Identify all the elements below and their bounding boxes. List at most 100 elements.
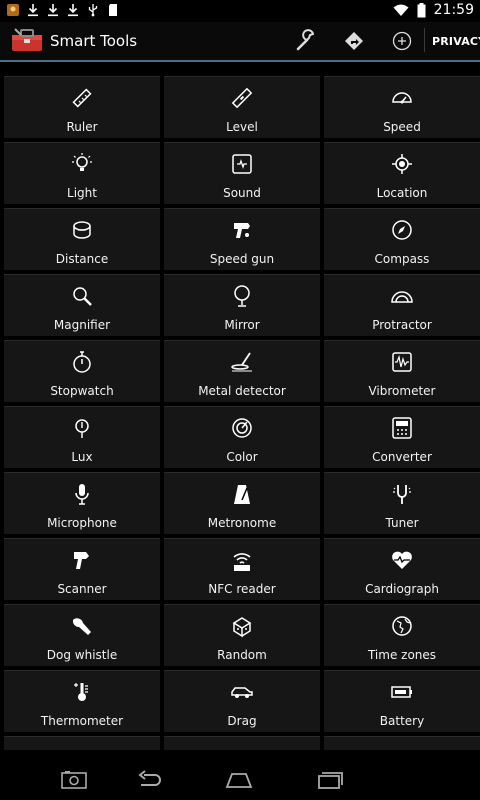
- tool-tile-thermometer[interactable]: Thermometer: [4, 670, 160, 732]
- tool-label: Drag: [227, 714, 257, 728]
- tool-tile-level[interactable]: Level: [164, 76, 320, 138]
- microphone-icon: [70, 482, 94, 506]
- speed-gun-icon: [230, 218, 254, 242]
- tool-tile-cardiograph[interactable]: Cardiograph: [324, 538, 480, 600]
- tool-tile-vibrometer[interactable]: Vibrometer: [324, 340, 480, 402]
- compass-icon: [390, 218, 414, 242]
- download-icon: [48, 4, 58, 17]
- tool-tile-metronome[interactable]: Metronome: [164, 472, 320, 534]
- tool-tile-stopwatch[interactable]: Stopwatch: [4, 340, 160, 402]
- privacy-button[interactable]: PRIVACY: [432, 35, 480, 48]
- car-icon: [230, 680, 254, 704]
- tool-tile-tuner[interactable]: Tuner: [324, 472, 480, 534]
- tool-label: Microphone: [47, 516, 117, 530]
- add-button[interactable]: [390, 29, 414, 53]
- globe-icon: [390, 614, 414, 638]
- recent-apps-icon: [318, 772, 343, 789]
- vibrometer-icon: [390, 350, 414, 374]
- tool-tile-protractor[interactable]: Protractor: [324, 274, 480, 336]
- tool-tile-compass[interactable]: Compass: [324, 208, 480, 270]
- tool-label: Lux: [71, 450, 93, 464]
- screenshot-button[interactable]: [60, 770, 88, 790]
- heart-pulse-icon: [390, 548, 414, 572]
- metronome-icon: [230, 482, 254, 506]
- metal-detector-icon: [230, 350, 254, 374]
- nfc-icon: [230, 548, 254, 572]
- back-icon: [138, 770, 161, 786]
- tool-tile-ruler[interactable]: Ruler: [4, 76, 160, 138]
- action-bar-underline: [0, 60, 480, 62]
- wrench-icon: [296, 29, 315, 51]
- tool-tile-speed-gun[interactable]: Speed gun: [164, 208, 320, 270]
- tool-tile-magnifier[interactable]: Magnifier: [4, 274, 160, 336]
- tool-tile-color[interactable]: Color: [164, 406, 320, 468]
- tool-tile-battery[interactable]: Battery: [324, 670, 480, 732]
- action-divider: [424, 28, 425, 52]
- tool-tile-nfc-reader[interactable]: NFC reader: [164, 538, 320, 600]
- level-icon: [230, 86, 254, 110]
- tuning-fork-icon: [390, 482, 414, 506]
- converter-icon: [390, 416, 414, 440]
- barcode-scanner-icon: [70, 548, 94, 572]
- tool-label: Stopwatch: [50, 384, 114, 398]
- ruler-icon: [70, 86, 94, 110]
- tool-tile-partial-32[interactable]: [324, 736, 480, 750]
- tool-label: NFC reader: [208, 582, 276, 596]
- tool-label: Speed gun: [209, 252, 275, 266]
- tool-tile-time-zones[interactable]: Time zones: [324, 604, 480, 666]
- tool-tile-drag[interactable]: Drag: [164, 670, 320, 732]
- home-button[interactable]: [225, 770, 253, 790]
- tool-tile-metal-detector[interactable]: Metal detector: [164, 340, 320, 402]
- tool-tile-partial-31[interactable]: [164, 736, 320, 750]
- sound-meter-icon: [230, 152, 254, 176]
- directions-button[interactable]: [342, 29, 366, 53]
- recent-apps-button[interactable]: [316, 770, 344, 790]
- tool-tile-random[interactable]: Random: [164, 604, 320, 666]
- dog-whistle-icon: [70, 614, 94, 638]
- tool-tile-sound[interactable]: Sound: [164, 142, 320, 204]
- wifi-icon: [393, 4, 409, 16]
- tool-label: Random: [217, 648, 267, 662]
- tool-label: Scanner: [57, 582, 107, 596]
- lux-icon: [70, 416, 94, 440]
- tool-tile-dog-whistle[interactable]: Dog whistle: [4, 604, 160, 666]
- notification-icons: [6, 3, 120, 17]
- thermometer-icon: [70, 680, 94, 704]
- stopwatch-icon: [70, 350, 94, 374]
- tool-label: Compass: [374, 252, 430, 266]
- screenshot-icon: [61, 771, 87, 789]
- distance-icon: [70, 218, 94, 242]
- tool-tile-converter[interactable]: Converter: [324, 406, 480, 468]
- tool-label: Color: [226, 450, 258, 464]
- tool-tile-scanner[interactable]: Scanner: [4, 538, 160, 600]
- action-bar: Smart Tools PRIVACY: [0, 22, 480, 60]
- location-icon: [390, 152, 414, 176]
- home-icon: [225, 773, 253, 788]
- tool-label: Vibrometer: [368, 384, 436, 398]
- speedometer-icon: [390, 86, 414, 110]
- tool-tile-microphone[interactable]: Microphone: [4, 472, 160, 534]
- tool-tile-speed[interactable]: Speed: [324, 76, 480, 138]
- back-button[interactable]: [135, 770, 163, 790]
- toolbox-icon[interactable]: [10, 27, 44, 53]
- color-icon: [230, 416, 254, 440]
- directions-icon: [345, 32, 363, 50]
- tool-tile-lux[interactable]: Lux: [4, 406, 160, 468]
- tool-tile-mirror[interactable]: Mirror: [164, 274, 320, 336]
- tool-label: Battery: [379, 714, 425, 728]
- tool-label: Magnifier: [53, 318, 111, 332]
- tool-label: Dog whistle: [46, 648, 118, 662]
- clock: 21:59: [433, 2, 474, 18]
- tool-tile-location[interactable]: Location: [324, 142, 480, 204]
- tool-label: Speed: [383, 120, 421, 134]
- settings-button[interactable]: [294, 29, 318, 53]
- tool-tile-distance[interactable]: Distance: [4, 208, 160, 270]
- tool-tile-partial-30[interactable]: [4, 736, 160, 750]
- tool-tile-light[interactable]: Light: [4, 142, 160, 204]
- light-bulb-icon: [70, 152, 94, 176]
- battery-icon: [417, 2, 426, 17]
- app-title: Smart Tools: [50, 32, 138, 50]
- tool-label: Metronome: [207, 516, 277, 530]
- magnifier-icon: [70, 284, 94, 308]
- tool-label: Tuner: [385, 516, 419, 530]
